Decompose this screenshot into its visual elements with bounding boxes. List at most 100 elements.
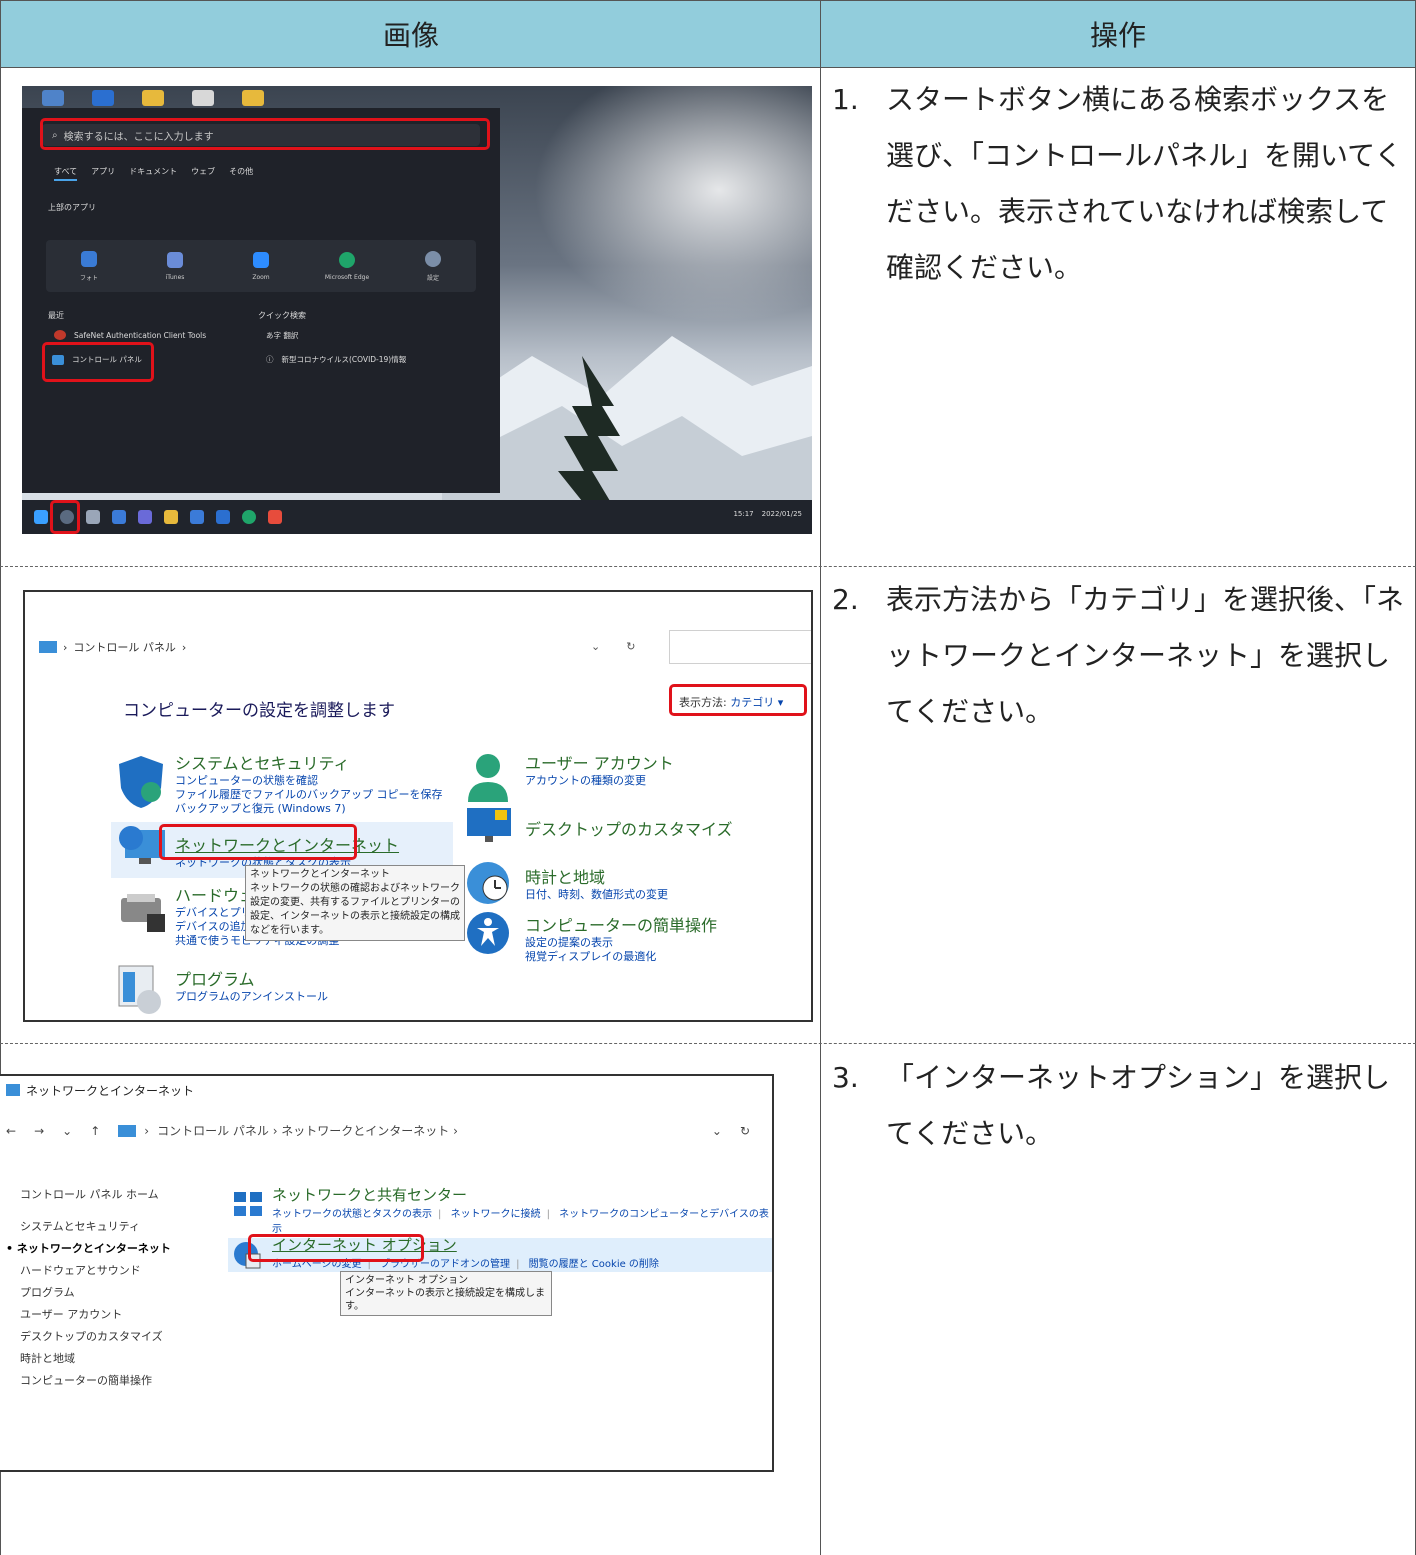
info-icon: ⓘ xyxy=(266,355,274,364)
category-system-security[interactable]: システムとセキュリティ コンピューターの状態を確認 ファイル履歴でファイルのバッ… xyxy=(175,750,443,816)
tab-web[interactable]: ウェブ xyxy=(191,166,215,181)
step-2: 2. 表示方法から「カテゴリ」を選択後、「ネットワークとインターネット」を選択し… xyxy=(832,572,1404,752)
refresh-icon[interactable]: ↻ xyxy=(626,640,635,653)
clock-globe-icon xyxy=(467,862,509,904)
folder-icon[interactable] xyxy=(142,90,164,106)
recent-item-safenet[interactable]: SafeNet Authentication Client Tools xyxy=(54,330,206,340)
desktop-icon[interactable] xyxy=(42,90,64,106)
sidebar-item-programs[interactable]: プログラム xyxy=(20,1282,171,1304)
user-account-icon xyxy=(468,754,508,802)
sidebar-item-system-security[interactable]: システムとセキュリティ xyxy=(20,1216,171,1238)
step-number: 3. xyxy=(832,1061,859,1094)
photos-icon xyxy=(81,250,97,267)
widgets-icon[interactable] xyxy=(112,510,126,524)
chat-icon[interactable] xyxy=(138,510,152,524)
tab-documents[interactable]: ドキュメント xyxy=(129,166,177,181)
category-user-accounts[interactable]: ユーザー アカウント アカウントの種類の変更 xyxy=(525,750,674,788)
tab-more[interactable]: その他 xyxy=(229,166,253,181)
accessibility-icon xyxy=(467,912,509,954)
sidebar-item-ease-of-access[interactable]: コンピューターの簡単操作 xyxy=(20,1370,171,1392)
mail-icon[interactable] xyxy=(216,510,230,524)
clock-time: 15:17 xyxy=(733,510,754,518)
refresh-icon[interactable]: ↻ xyxy=(740,1124,750,1138)
step-text: 表示方法から「カテゴリ」を選択後、「ネットワークとインターネット」を選択してくだ… xyxy=(886,583,1405,728)
header-image-column: 画像 xyxy=(0,0,821,68)
forward-icon[interactable]: → xyxy=(34,1124,44,1138)
step-text: スタートボタン横にある検索ボックスを選び、「コントロールパネル」を開いてください… xyxy=(886,83,1403,284)
dropbox-icon[interactable] xyxy=(92,90,114,106)
row-divider-2 xyxy=(0,1043,1416,1044)
desktop-icons xyxy=(42,90,264,106)
tab-apps[interactable]: アプリ xyxy=(91,166,115,181)
sidebar: コントロール パネル ホーム システムとセキュリティ ネットワークとインターネッ… xyxy=(17,1184,171,1392)
navigation-bar: ← → ⌄ ↑ › コントロール パネル › ネットワークとインターネット › … xyxy=(6,1122,766,1139)
safenet-icon xyxy=(54,330,66,340)
quick-search-heading: クイック検索 xyxy=(258,311,306,320)
printer-icon xyxy=(121,894,165,932)
explorer-icon[interactable] xyxy=(164,510,178,524)
step-1: 1. スタートボタン横にある検索ボックスを選び、「コントロールパネル」を開いてく… xyxy=(832,72,1402,312)
app-zoom[interactable]: Zoom xyxy=(218,240,304,292)
instruction-table: 画像 操作 1. スタートボタン横にある検索ボックスを選び、「コントロールパネル… xyxy=(0,0,1416,1555)
quick-item-translate[interactable]: あ字 翻訳 xyxy=(266,330,298,341)
clock-date: 2022/01/25 xyxy=(761,510,802,518)
app-itunes[interactable]: iTunes xyxy=(132,240,218,292)
control-panel-icon xyxy=(39,641,57,653)
system-tray: 15:17 2022/01/25 xyxy=(733,510,802,518)
start-menu: ⌕ 検索するには、ここに入力します すべて アプリ ドキュメント ウェブ その他… xyxy=(22,108,500,493)
sharing-center-link[interactable]: ネットワークと共有センター xyxy=(272,1184,772,1205)
app-icon[interactable] xyxy=(268,510,282,524)
link-connect-network[interactable]: ネットワークに接続 xyxy=(451,1209,541,1220)
up-icon[interactable]: ↑ xyxy=(90,1124,100,1138)
desktop-screenshot: ⌕ 検索するには、ここに入力します すべて アプリ ドキュメント ウェブ その他… xyxy=(22,86,812,534)
desktop-customize-icon xyxy=(467,808,511,842)
top-apps: フォト iTunes Zoom Microsoft Edge 設定 xyxy=(46,240,476,292)
link-network-status[interactable]: ネットワークの状態とタスクの表示 xyxy=(272,1209,432,1220)
sidebar-item-hardware-sound[interactable]: ハードウェアとサウンド xyxy=(20,1260,171,1282)
folder-icon[interactable] xyxy=(242,90,264,106)
step-3: 3. 「インターネットオプション」を選択してください。 xyxy=(832,1050,1402,1170)
chevron-down-icon[interactable]: ⌄ xyxy=(712,1124,722,1138)
task-view-icon[interactable] xyxy=(86,510,100,524)
window-titlebar: ネットワークとインターネット xyxy=(0,1076,772,1104)
tooltip: インターネット オプション インターネットの表示と接続設定を構成します。 xyxy=(340,1271,552,1316)
recent-heading: 最近 xyxy=(48,311,64,320)
address-bar[interactable]: › コントロール パネル › xyxy=(39,636,669,658)
sidebar-item-desktop[interactable]: デスクトップのカスタマイズ xyxy=(20,1326,171,1348)
taskbar: 15:17 2022/01/25 xyxy=(22,500,812,534)
control-panel-window: › コントロール パネル › ⌄ ↻ コンピューターの設定を調整します 表示方法… xyxy=(23,590,813,1022)
tooltip: ネットワークとインターネット ネットワークの状態の確認およびネットワーク設定の変… xyxy=(245,865,465,941)
step-number: 2. xyxy=(832,583,859,616)
page-title: コンピューターの設定を調整します xyxy=(123,701,395,721)
sidebar-item-home[interactable]: コントロール パネル ホーム xyxy=(20,1184,171,1206)
link-delete-history[interactable]: 閲覧の履歴と Cookie の削除 xyxy=(529,1259,659,1270)
search-tabs: すべて アプリ ドキュメント ウェブ その他 xyxy=(54,166,253,181)
back-icon[interactable]: ← xyxy=(6,1124,16,1138)
sidebar-item-user-accounts[interactable]: ユーザー アカウント xyxy=(20,1304,171,1326)
table-divider xyxy=(820,68,821,1555)
address-bar[interactable]: › コントロール パネル › ネットワークとインターネット › xyxy=(118,1122,458,1139)
network-internet-window: ネットワークとインターネット ← → ⌄ ↑ › コントロール パネル › ネッ… xyxy=(0,1074,774,1472)
tab-all[interactable]: すべて xyxy=(54,166,78,181)
control-panel-icon xyxy=(118,1124,137,1137)
row-divider-1 xyxy=(0,566,1416,567)
quick-item-covid[interactable]: ⓘ 新型コロナウイルス(COVID-19)情報 xyxy=(266,354,406,365)
category-desktop-customize[interactable]: デスクトップのカスタマイズ xyxy=(525,816,733,840)
category-programs[interactable]: プログラム プログラムのアンインストール xyxy=(175,966,328,1004)
category-ease-of-access[interactable]: コンピューターの簡単操作 設定の提案の表示 視覚ディスプレイの最適化 xyxy=(525,912,717,964)
app-photos[interactable]: フォト xyxy=(46,240,132,292)
sidebar-item-network-internet[interactable]: ネットワークとインターネット xyxy=(6,1238,171,1260)
app-edge[interactable]: Microsoft Edge xyxy=(304,240,390,292)
store-icon[interactable] xyxy=(190,510,204,524)
chevron-down-icon[interactable]: ⌄ xyxy=(62,1124,72,1138)
section-sharing-center: ネットワークと共有センター ネットワークの状態とタスクの表示 | ネットワークに接… xyxy=(272,1184,772,1235)
zoom-icon xyxy=(253,251,269,268)
search-input[interactable] xyxy=(669,630,811,664)
chevron-down-icon[interactable]: ⌄ xyxy=(591,640,600,653)
file-icon[interactable] xyxy=(192,90,214,106)
category-clock-region[interactable]: 時計と地域 日付、時刻、数値形式の変更 xyxy=(525,864,668,902)
edge-icon[interactable] xyxy=(242,510,256,524)
sidebar-item-clock-region[interactable]: 時計と地域 xyxy=(20,1348,171,1370)
app-settings[interactable]: 設定 xyxy=(390,240,476,292)
start-button-icon[interactable] xyxy=(34,510,48,524)
